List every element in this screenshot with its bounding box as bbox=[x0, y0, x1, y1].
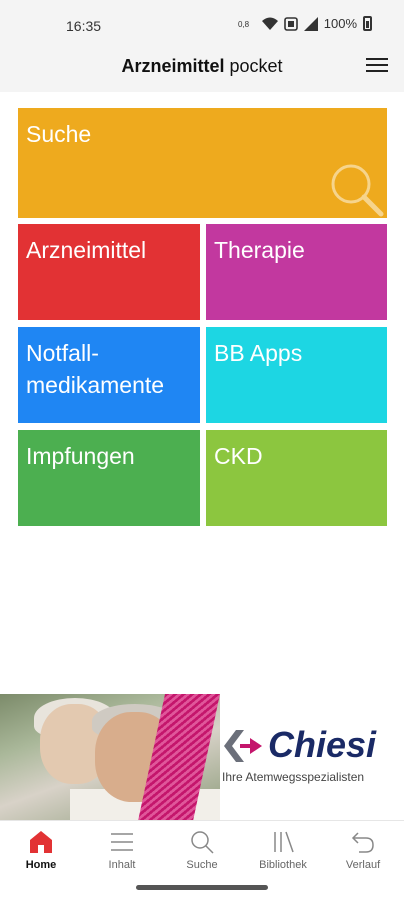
ad-banner[interactable]: Chiesi Ihre Atemwegsspezialisten bbox=[0, 694, 404, 820]
status-bar: 16:35 0,8 100% bbox=[0, 0, 404, 50]
search-icon bbox=[191, 831, 214, 854]
tile-bb-apps-label: BB Apps bbox=[214, 340, 303, 366]
tile-suche[interactable]: Suche bbox=[18, 108, 387, 218]
app-title-rest: pocket bbox=[224, 56, 283, 76]
gesture-handle[interactable] bbox=[136, 885, 268, 890]
battery-icon bbox=[363, 16, 372, 31]
bottom-nav: Home Inhalt Suche Bibliothek Verlauf bbox=[0, 820, 404, 876]
wifi-icon bbox=[261, 17, 278, 30]
svg-text:0,8: 0,8 bbox=[238, 20, 250, 29]
app-title-bold: Arzneimittel bbox=[121, 56, 225, 76]
status-icons: 0,8 100% bbox=[238, 16, 372, 31]
tile-notfall-label: Notfall- medikamente bbox=[26, 340, 165, 398]
nav-home-label: Home bbox=[25, 859, 57, 871]
nav-bibliothek[interactable]: Bibliothek bbox=[243, 827, 323, 871]
nav-inhalt-label: Inhalt bbox=[108, 859, 136, 871]
nav-verlauf[interactable]: Verlauf bbox=[323, 827, 403, 871]
search-icon bbox=[331, 164, 384, 217]
status-time: 16:35 bbox=[66, 18, 102, 34]
nav-suche-label: Suche bbox=[186, 859, 218, 871]
tile-notfallmedikamente[interactable]: Notfall- medikamente bbox=[18, 327, 200, 423]
list-icon bbox=[111, 833, 133, 851]
undo-icon bbox=[351, 832, 374, 853]
gesture-area bbox=[0, 876, 404, 900]
home-content: Suche Arzneimittel Therapie Notfall- med… bbox=[0, 92, 404, 694]
nfc-icon bbox=[283, 16, 298, 31]
brand-name: Chiesi bbox=[268, 724, 377, 765]
tile-bb-apps[interactable]: BB Apps bbox=[206, 327, 387, 423]
tile-suche-label: Suche bbox=[26, 121, 92, 147]
tile-arzneimittel[interactable]: Arzneimittel bbox=[18, 224, 200, 320]
nav-suche[interactable]: Suche bbox=[162, 827, 242, 871]
app-bar: Arzneimittel pocket bbox=[0, 50, 404, 92]
nav-home[interactable]: Home bbox=[1, 827, 81, 871]
tile-impfungen-label: Impfungen bbox=[26, 443, 135, 469]
tile-therapie[interactable]: Therapie bbox=[206, 224, 387, 320]
brand-tagline: Ihre Atemwegsspezialisten bbox=[222, 770, 365, 784]
home-icon bbox=[30, 831, 52, 853]
tile-ckd[interactable]: CKD bbox=[206, 430, 387, 526]
nav-bibliothek-label: Bibliothek bbox=[259, 859, 307, 871]
data-speed-icon: 0,8 bbox=[238, 20, 250, 29]
library-icon bbox=[274, 831, 294, 853]
menu-icon[interactable] bbox=[366, 56, 388, 74]
tile-ckd-label: CKD bbox=[214, 443, 263, 469]
tile-arzneimittel-label: Arzneimittel bbox=[26, 237, 147, 263]
nav-inhalt[interactable]: Inhalt bbox=[82, 827, 162, 871]
battery-percent: 100% bbox=[323, 16, 357, 31]
signal-icon bbox=[303, 16, 318, 31]
nav-verlauf-label: Verlauf bbox=[345, 859, 381, 871]
tile-impfungen[interactable]: Impfungen bbox=[18, 430, 200, 526]
chiesi-logo-icon bbox=[224, 730, 262, 762]
app-title: Arzneimittel pocket bbox=[0, 56, 404, 77]
tile-therapie-label: Therapie bbox=[214, 237, 305, 263]
